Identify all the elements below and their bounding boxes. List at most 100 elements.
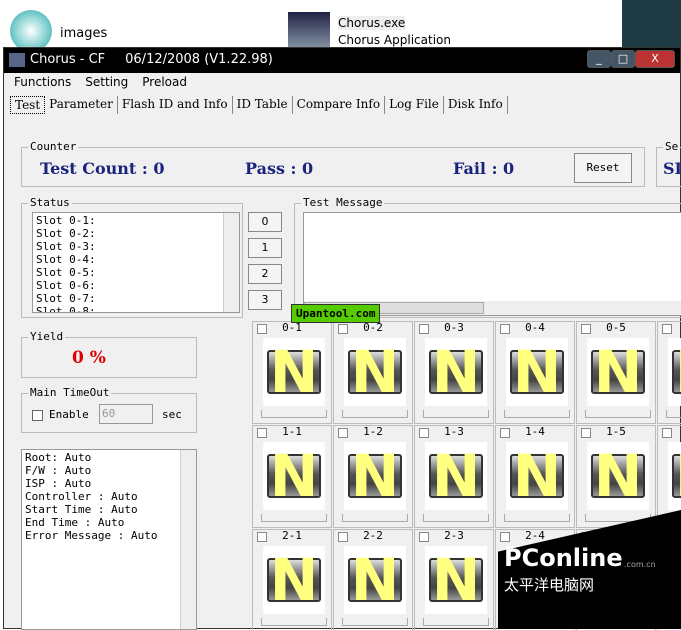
maximize-button[interactable]: □	[611, 50, 635, 68]
minimize-button[interactable]: _	[587, 50, 611, 68]
info-line: Controller : Auto	[25, 490, 138, 503]
slot-progress	[261, 618, 327, 626]
slot-checkbox[interactable]	[662, 324, 672, 334]
slot-label: 0-4	[525, 321, 545, 334]
test-message-box[interactable]	[303, 212, 681, 316]
cf-card-icon: N	[506, 442, 568, 510]
slot-progress	[666, 410, 681, 418]
slot-tile[interactable]: 1-2 N	[333, 425, 413, 528]
slot-tile[interactable]: 0-5 N	[576, 321, 656, 424]
slot-tile[interactable]: 1-3 N	[414, 425, 494, 528]
fail-count: Fail : 0	[453, 159, 515, 178]
status-item: Slot 0-4:	[36, 253, 96, 266]
status-scrollbar[interactable]	[223, 213, 239, 312]
status-list[interactable]: Slot 0-1: Slot 0-2: Slot 0-3: Slot 0-4: …	[32, 212, 240, 313]
slot-tile[interactable]: 0-2 N	[333, 321, 413, 424]
slot-tile[interactable]: 1-5 N	[576, 425, 656, 528]
status-item: Slot 0-2:	[36, 227, 96, 240]
exe-name: Chorus.exe	[338, 16, 406, 30]
slot-button-3[interactable]: 3	[248, 290, 282, 310]
tab-test[interactable]: Test	[10, 96, 46, 114]
slot-button-2[interactable]: 2	[248, 264, 282, 284]
slot-label: 2-2	[363, 529, 383, 542]
slot-progress	[585, 410, 651, 418]
status-item: Slot 0-5:	[36, 266, 96, 279]
cf-card-icon: N	[506, 338, 568, 406]
info-line: End Time : Auto	[25, 516, 125, 529]
app-title-icon	[9, 53, 25, 67]
slot-tile[interactable]: 1-1 N	[252, 425, 332, 528]
test-message-group: Test Message	[294, 196, 681, 318]
tab-parameter[interactable]: Parameter	[45, 96, 118, 114]
slot-status-glyph: N	[668, 338, 681, 406]
slot-tile[interactable]: 0-1 N	[252, 321, 332, 424]
slot-tile[interactable]: 2-2 N	[333, 529, 413, 630]
cf-card-icon: N	[344, 546, 406, 614]
status-item: Slot 0-6:	[36, 279, 96, 292]
enable-checkbox[interactable]	[32, 410, 43, 421]
slot-progress	[261, 410, 327, 418]
slot-label: 1-5	[606, 425, 626, 438]
watermark-site-cn: 太平洋电脑网	[504, 576, 595, 594]
close-button[interactable]: X	[635, 50, 675, 68]
tab-disk-info[interactable]: Disk Info	[444, 96, 508, 114]
side-group: Se SI	[656, 140, 681, 187]
cf-card-icon: N	[344, 338, 406, 406]
slot-status-glyph: N	[431, 546, 481, 614]
slot-label: 0-3	[444, 321, 464, 334]
slot-label: 1-1	[282, 425, 302, 438]
menu-setting[interactable]: Setting	[85, 75, 128, 89]
slot-label: 1-3	[444, 425, 464, 438]
slot-tile[interactable]: 1-4 N	[495, 425, 575, 528]
test-count: Test Count : 0	[40, 159, 165, 178]
info-box[interactable]: Root: Auto F/W : Auto ISP : Auto Control…	[21, 449, 197, 630]
slot-label: 1-4	[525, 425, 545, 438]
reset-count-button[interactable]: Reset Cnt	[574, 153, 632, 183]
timeout-unit: sec	[162, 408, 182, 421]
pass-count: Pass : 0	[245, 159, 314, 178]
slot-status-glyph: N	[269, 546, 319, 614]
info-line: ISP : Auto	[25, 477, 92, 490]
tab-compare-info[interactable]: Compare Info	[293, 96, 386, 114]
status-label: Status	[28, 196, 72, 209]
window-version: 06/12/2008 (V1.22.98)	[125, 52, 273, 67]
slot-tile[interactable]: 2-3 N	[414, 529, 494, 630]
enable-label: Enable	[49, 408, 89, 421]
tab-flash-id[interactable]: Flash ID and Info	[118, 96, 233, 114]
slot-tile[interactable]: 0-3 N	[414, 321, 494, 424]
tab-log-file[interactable]: Log File	[385, 96, 444, 114]
slot-tile[interactable]: 2-1 N	[252, 529, 332, 630]
tab-id-table[interactable]: ID Table	[233, 96, 293, 114]
slot-checkbox[interactable]	[662, 428, 672, 438]
desktop-folder-label: images	[60, 26, 108, 41]
info-scrollbar[interactable]	[180, 450, 196, 629]
slot-status-glyph: N	[431, 442, 481, 510]
side-value: SI	[663, 159, 681, 178]
slot-label: 1-2	[363, 425, 383, 438]
info-line: Root: Auto	[25, 451, 92, 464]
slot-progress	[423, 618, 489, 626]
slot-button-0[interactable]: 0	[248, 212, 282, 232]
info-line: F/W : Auto	[25, 464, 92, 477]
exe-desc: Chorus Application	[338, 33, 451, 47]
slot-label: 0-5	[606, 321, 626, 334]
slot-tile[interactable]: 0-4 N	[495, 321, 575, 424]
slot-button-1[interactable]: 1	[248, 238, 282, 258]
slot-status-glyph: N	[593, 338, 643, 406]
tab-bar: Test Parameter Flash ID and Info ID Tabl…	[10, 96, 508, 114]
watermark-domain: .com.cn	[624, 560, 656, 569]
app-icon	[288, 12, 330, 50]
cf-card-icon: N	[344, 442, 406, 510]
slot-status-glyph: N	[350, 442, 400, 510]
cf-card-icon: N	[668, 442, 681, 510]
slot-progress	[504, 410, 570, 418]
timeout-label: Main TimeOut	[28, 386, 112, 399]
info-line: Error Message : Auto	[25, 529, 158, 542]
cf-card-icon: N	[263, 546, 325, 614]
slot-tile[interactable]: N	[657, 321, 681, 424]
cf-card-icon: N	[425, 442, 487, 510]
timeout-input[interactable]: 60	[99, 404, 153, 424]
menu-preload[interactable]: Preload	[142, 75, 187, 89]
info-line: Start Time : Auto	[25, 503, 138, 516]
menu-functions[interactable]: Functions	[14, 75, 71, 89]
